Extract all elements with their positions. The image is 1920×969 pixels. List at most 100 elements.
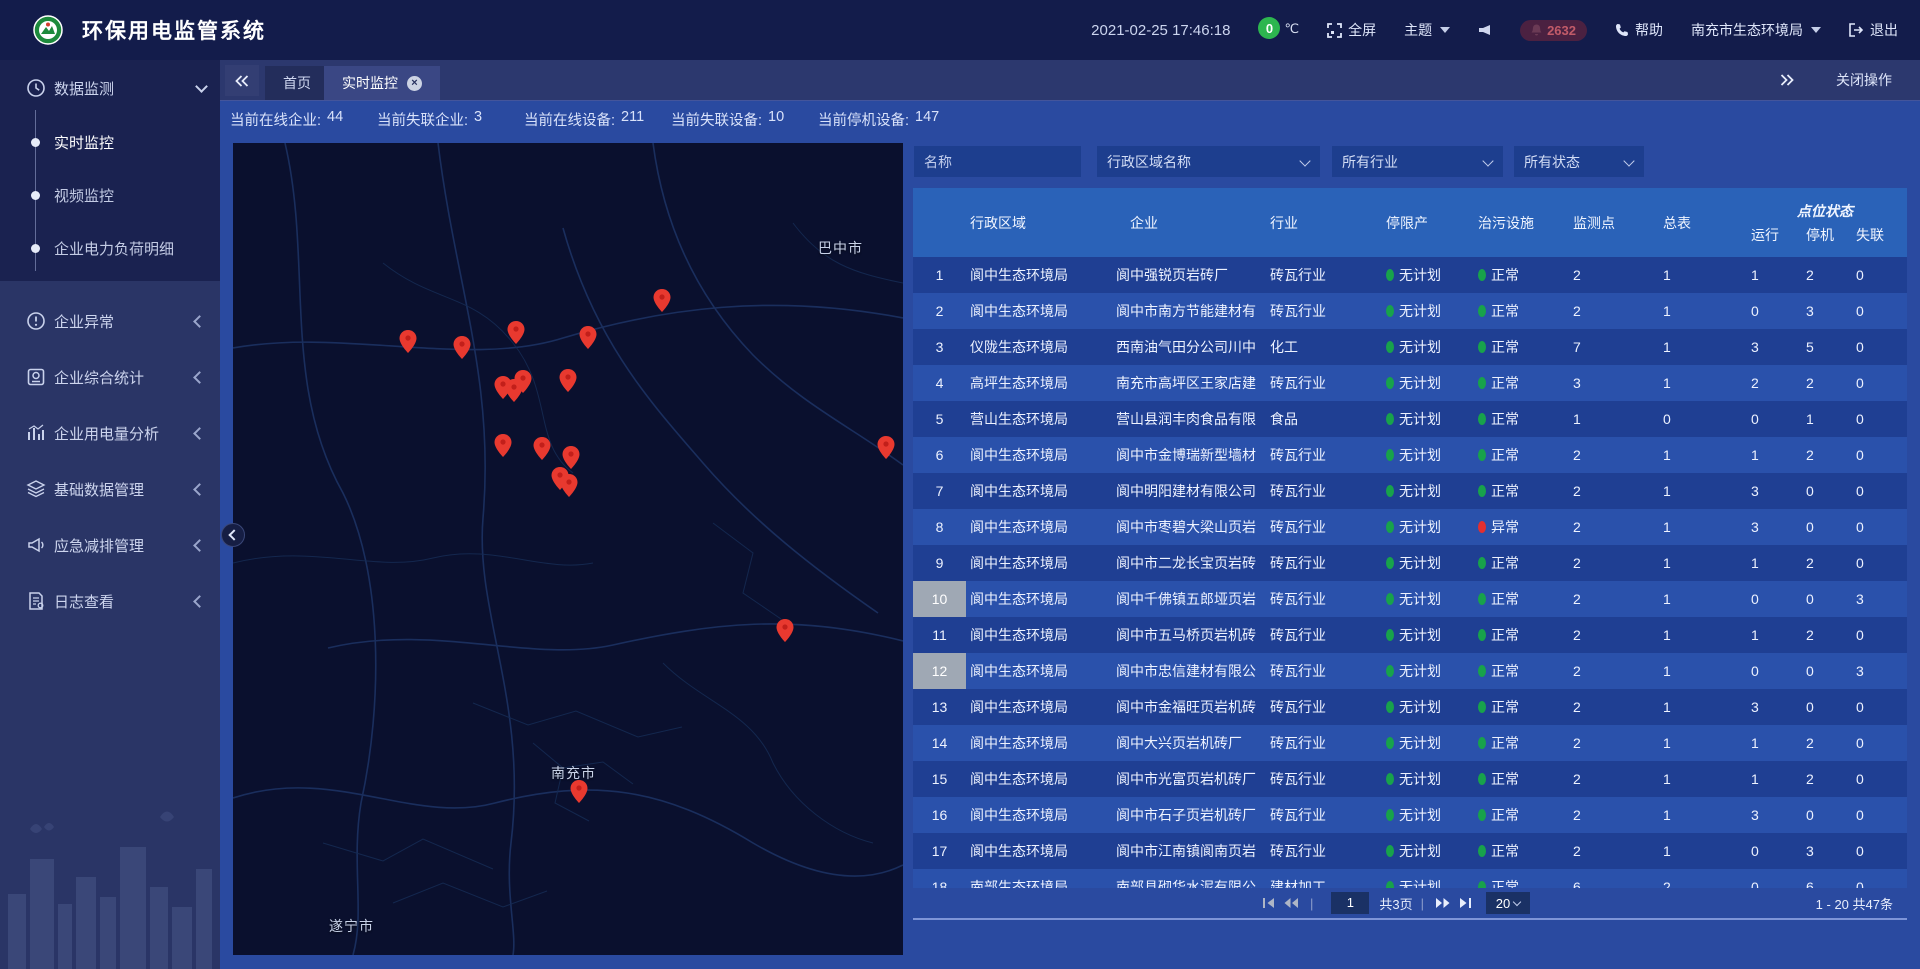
sidebar-item-video-monitor[interactable]: 视频监控 (0, 169, 220, 222)
cell-facility-status: 正常 (1470, 769, 1563, 789)
cell-offline: 0 (1848, 627, 1907, 643)
map-collapse-handle[interactable] (221, 523, 245, 547)
logout-button[interactable]: 退出 (1849, 20, 1898, 40)
table-row[interactable]: 10 阆中生态环境局 阆中千佛镇五郎垭页岩 砖瓦行业 无计划 正常 2 1 0 … (913, 581, 1907, 617)
last-page-button[interactable] (1454, 897, 1476, 909)
map-marker[interactable] (561, 474, 578, 502)
cell-region: 阆中生态环境局 (966, 481, 1113, 501)
table-row[interactable]: 15 阆中生态环境局 阆中市光富页岩机砖厂 砖瓦行业 无计划 正常 2 1 1 … (913, 761, 1907, 797)
close-tab-icon[interactable]: × (407, 76, 422, 91)
cell-monitor-points: 1 (1563, 411, 1653, 427)
theme-button[interactable]: 主题 (1404, 20, 1450, 40)
org-selector[interactable]: 南充市生态环境局 (1691, 20, 1821, 40)
table-row[interactable]: 14 阆中生态环境局 阆中大兴页岩机砖厂 砖瓦行业 无计划 正常 2 1 1 2… (913, 725, 1907, 761)
first-page-button[interactable] (1258, 897, 1280, 909)
table-row[interactable]: 3 仪陇生态环境局 西南油气田分公司川中 化工 无计划 正常 7 1 3 5 0 (913, 329, 1907, 365)
table-header: 行政区域 企业 行业 停限产 治污设施 监测点 总表 点位状态 运行 停机 失联 (913, 188, 1907, 257)
chevron-left-icon (193, 427, 206, 440)
cell-industry: 砖瓦行业 (1265, 841, 1378, 861)
notification-pill[interactable]: 2632 (1520, 20, 1587, 41)
table-row[interactable]: 11 阆中生态环境局 阆中市五马桥页岩机砖 砖瓦行业 无计划 正常 2 1 1 … (913, 617, 1907, 653)
map-panel[interactable]: 巴中市 南充市 遂宁市 (233, 143, 903, 955)
scroll-tabs-left-button[interactable] (225, 65, 259, 96)
table-row[interactable]: 9 阆中生态环境局 阆中市二龙长宝页岩砖 砖瓦行业 无计划 正常 2 1 1 2… (913, 545, 1907, 581)
cell-offline: 0 (1848, 699, 1907, 715)
table-row[interactable]: 4 高坪生态环境局 南充市高坪区王家店建 砖瓦行业 无计划 正常 3 1 2 2… (913, 365, 1907, 401)
table-body: 1 阆中生态环境局 阆中强锐页岩砖厂 砖瓦行业 无计划 正常 2 1 1 2 0… (913, 257, 1907, 888)
map-marker[interactable] (878, 436, 895, 464)
map-marker[interactable] (654, 289, 671, 317)
table-row[interactable]: 2 阆中生态环境局 阆中市南方节能建材有 砖瓦行业 无计划 正常 2 1 0 3… (913, 293, 1907, 329)
map-marker[interactable] (580, 326, 597, 354)
tab-realtime-monitor[interactable]: 实时监控 × (324, 66, 440, 100)
pin-icon (580, 326, 597, 349)
map-marker[interactable] (508, 321, 525, 349)
stat-label: 当前失联设备: (671, 109, 762, 133)
sidebar-item-power-analysis[interactable]: 企业用电量分析 (0, 405, 220, 461)
sidebar-item-realtime-monitor[interactable]: 实时监控 (0, 116, 220, 169)
industry-select[interactable]: 所有行业 (1332, 146, 1503, 177)
table-row[interactable]: 12 阆中生态环境局 阆中市忠信建材有限公 砖瓦行业 无计划 正常 2 1 0 … (913, 653, 1907, 689)
sidebar-item-enterprise-statistics[interactable]: 企业综合统计 (0, 349, 220, 405)
table-row[interactable]: 6 阆中生态环境局 阆中市金博瑞新型墙材 砖瓦行业 无计划 正常 2 1 1 2… (913, 437, 1907, 473)
fullscreen-button[interactable]: 全屏 (1327, 20, 1376, 40)
cell-facility-status: 正常 (1470, 733, 1563, 753)
scroll-tabs-right-button[interactable] (1776, 74, 1798, 86)
cell-stop-plan: 无计划 (1378, 265, 1470, 285)
col-total-meter: 总表 (1653, 188, 1743, 257)
last-page-icon (1458, 897, 1472, 909)
prev-page-button[interactable] (1280, 897, 1302, 909)
table-row[interactable]: 7 阆中生态环境局 阆中明阳建材有限公司 砖瓦行业 无计划 正常 2 1 3 0… (913, 473, 1907, 509)
page-number-input[interactable]: 1 (1331, 892, 1369, 914)
sidebar-item-data-monitor[interactable]: 数据监测 (0, 60, 220, 116)
cell-monitor-points: 2 (1563, 627, 1653, 643)
cell-company: 阆中强锐页岩砖厂 (1113, 265, 1265, 285)
cell-company: 阆中市忠信建材有限公 (1113, 661, 1265, 681)
map-marker[interactable] (777, 619, 794, 647)
table-row[interactable]: 17 阆中生态环境局 阆中市江南镇阆南页岩 砖瓦行业 无计划 正常 2 1 0 … (913, 833, 1907, 869)
map-marker[interactable] (560, 369, 577, 397)
table-row[interactable]: 8 阆中生态环境局 阆中市枣碧大梁山页岩 砖瓦行业 无计划 异常 2 1 3 0… (913, 509, 1907, 545)
next-page-button[interactable] (1432, 897, 1454, 909)
table-row[interactable]: 18 南部生态环境局 南部县砌华水泥有限公 建材加工 无计划 正常 6 2 0 … (913, 869, 1907, 888)
sidebar-item-base-data[interactable]: 基础数据管理 (0, 461, 220, 517)
pin-icon (400, 330, 417, 353)
help-button[interactable]: 帮助 (1615, 20, 1663, 40)
voice-broadcast-button[interactable] (1478, 23, 1492, 37)
phone-icon (1615, 23, 1629, 37)
table-row[interactable]: 16 阆中生态环境局 阆中市石子页岩机砖厂 砖瓦行业 无计划 正常 2 1 3 … (913, 797, 1907, 833)
data-monitor-icon (26, 78, 46, 98)
table-row[interactable]: 13 阆中生态环境局 阆中市金福旺页岩机砖 砖瓦行业 无计划 正常 2 1 3 … (913, 689, 1907, 725)
tab-home[interactable]: 首页 (265, 66, 329, 100)
map-marker[interactable] (571, 780, 588, 808)
page-size-select[interactable]: 20 (1486, 892, 1530, 914)
cell-stop-plan: 无计划 (1378, 517, 1470, 537)
status-dot-green-icon (1478, 881, 1486, 888)
sidebar-item-enterprise-abnormal[interactable]: 企业异常 (0, 293, 220, 349)
name-search-input[interactable] (914, 146, 1081, 177)
cell-company: 阆中市金博瑞新型墙材 (1113, 445, 1265, 465)
sidebar-item-power-load-detail[interactable]: 企业电力负荷明细 (0, 222, 220, 275)
map-marker[interactable] (515, 370, 532, 398)
log-document-icon (26, 591, 46, 611)
record-range-label: 1 - 20 共47条 (1816, 894, 1893, 913)
map-marker[interactable] (534, 437, 551, 465)
cell-company: 阆中市五马桥页岩机砖 (1113, 625, 1265, 645)
sidebar-item-emergency-reduction[interactable]: 应急减排管理 (0, 517, 220, 573)
map-marker[interactable] (400, 330, 417, 358)
cell-total-meter: 1 (1653, 663, 1743, 679)
map-marker[interactable] (495, 434, 512, 462)
sidebar-item-log-view[interactable]: 日志查看 (0, 573, 220, 629)
chevron-down-icon (195, 80, 208, 93)
row-index: 3 (913, 329, 966, 365)
table-row[interactable]: 5 营山生态环境局 营山县润丰肉食品有限 食品 无计划 正常 1 0 0 1 0 (913, 401, 1907, 437)
status-dot-green-icon (1478, 413, 1486, 425)
cell-company: 阆中市金福旺页岩机砖 (1113, 697, 1265, 717)
status-select[interactable]: 所有状态 (1514, 146, 1644, 177)
close-operations-button[interactable]: 关闭操作 (1836, 70, 1892, 90)
table-row[interactable]: 1 阆中生态环境局 阆中强锐页岩砖厂 砖瓦行业 无计划 正常 2 1 1 2 0 (913, 257, 1907, 293)
region-select[interactable]: 行政区域名称 (1097, 146, 1320, 177)
col-offline: 失联 (1848, 223, 1907, 247)
row-index: 9 (913, 545, 966, 581)
map-marker[interactable] (454, 336, 471, 364)
